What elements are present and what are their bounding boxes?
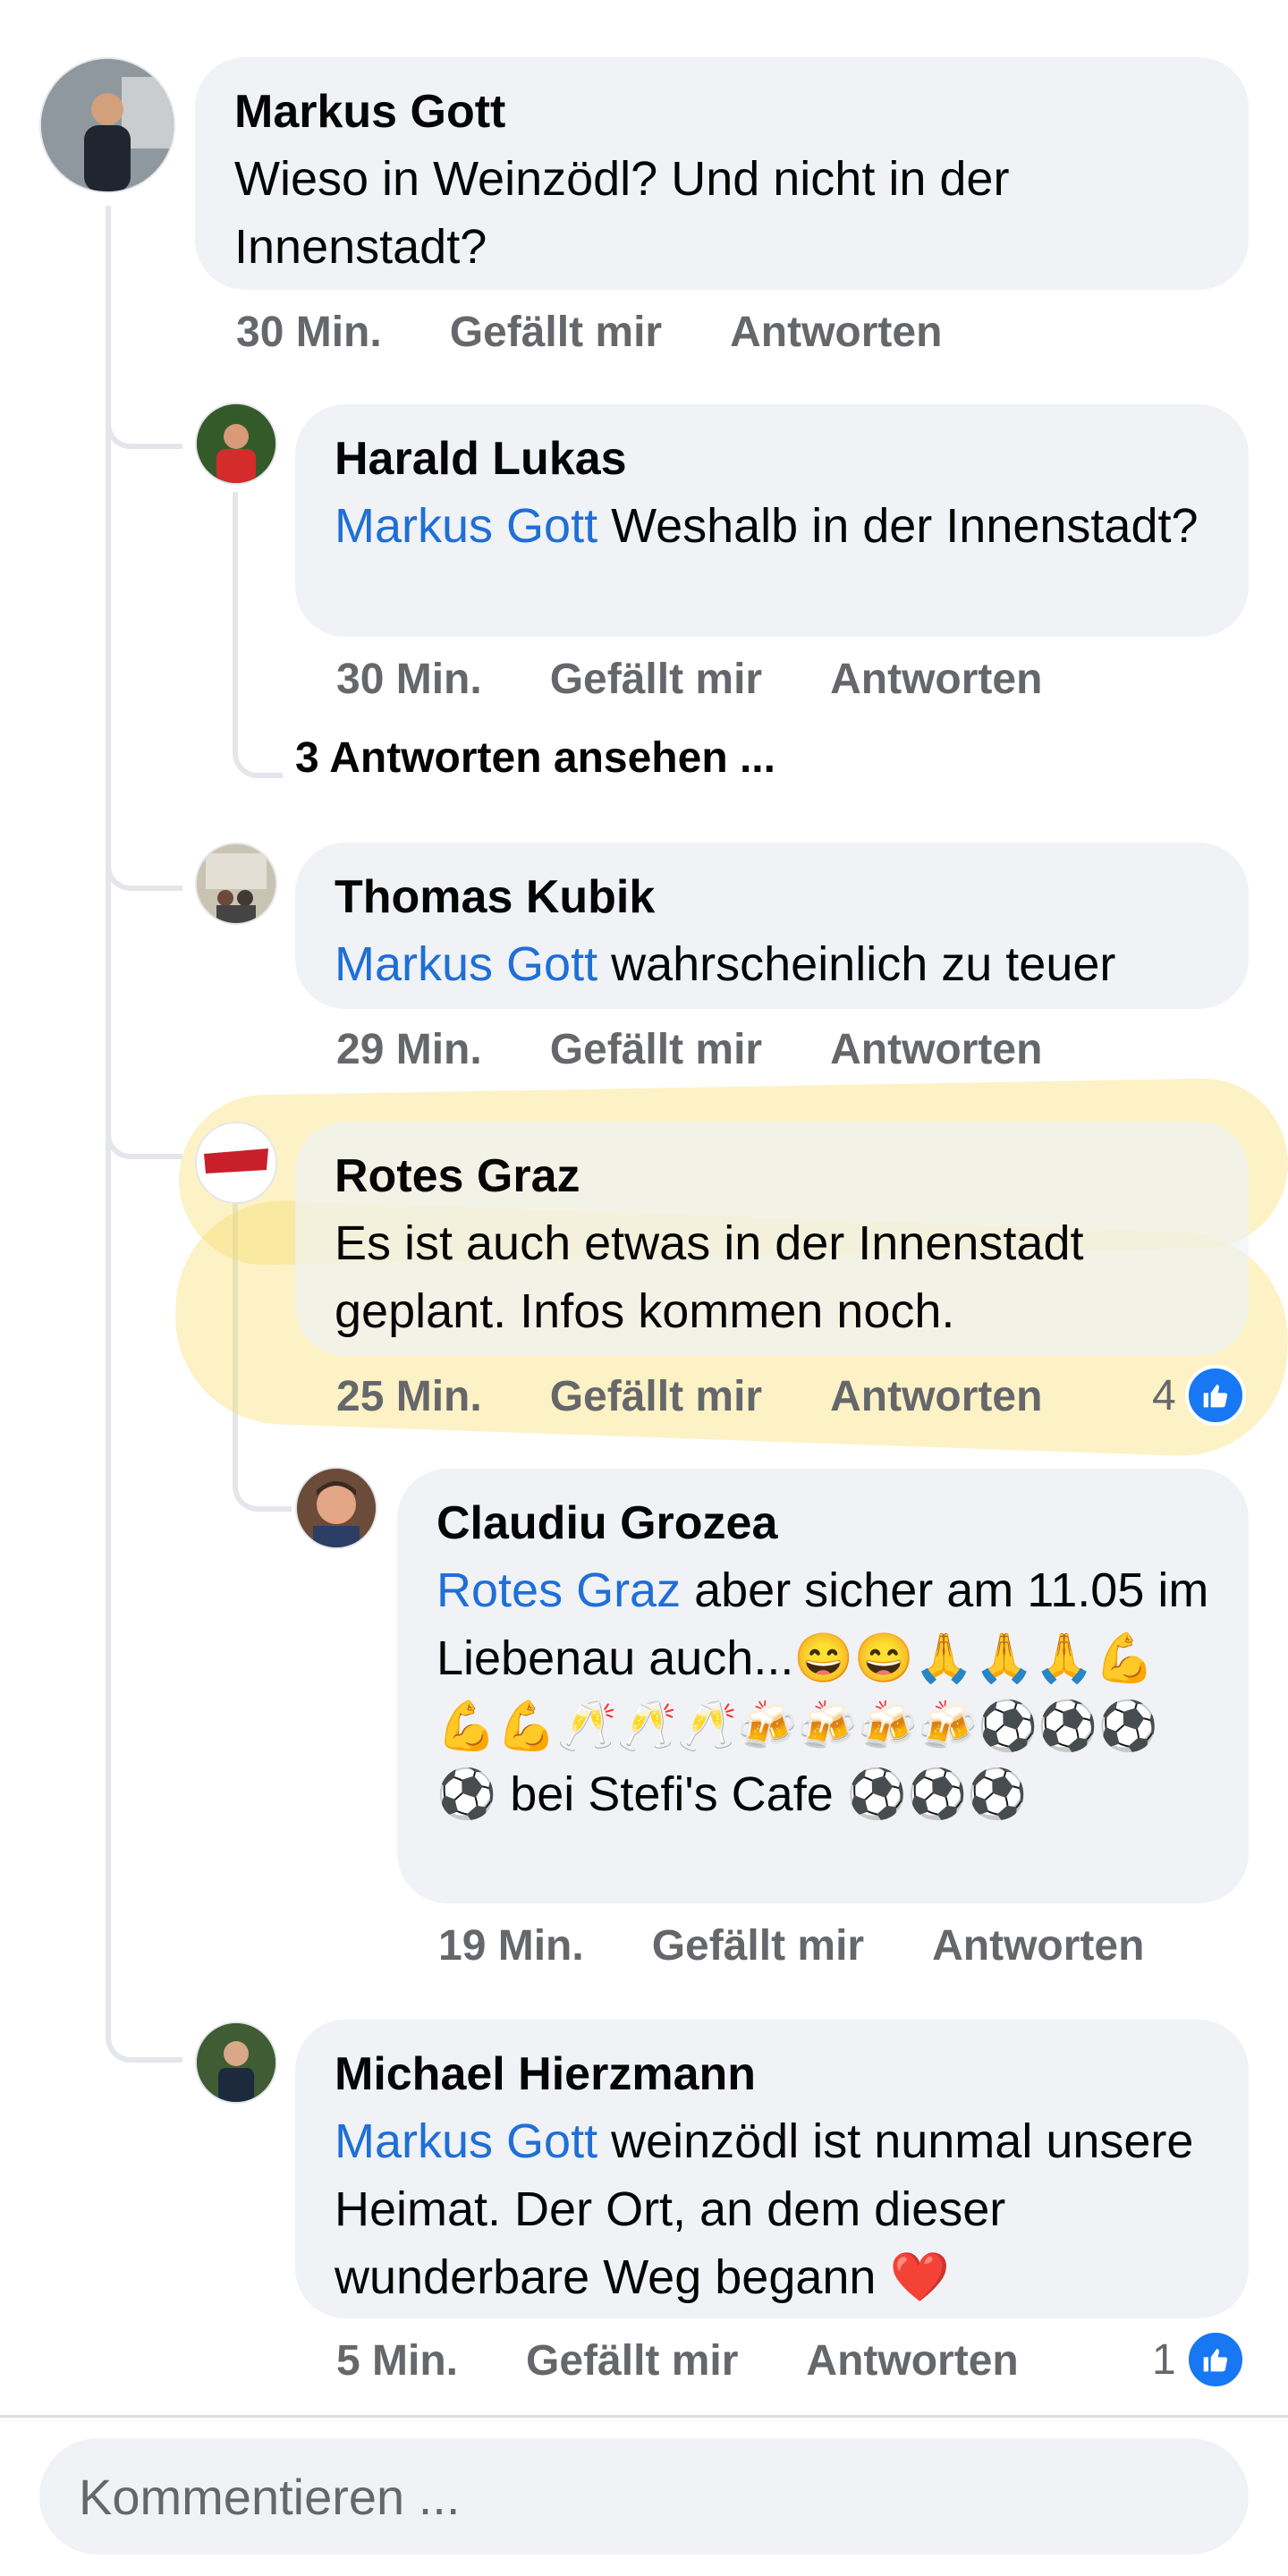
reply-text: Rotes Graz aber sicher am 11.05 im Liebe…	[436, 1556, 1209, 1828]
avatar[interactable]	[39, 57, 175, 193]
reply-text: Es ist auch etwas in der Innenstadt gepl…	[335, 1216, 1084, 1338]
reply-author[interactable]: Rotes Graz	[335, 1148, 1209, 1204]
reply-button[interactable]: Antworten	[932, 1921, 1144, 1970]
thread-connector	[106, 832, 182, 891]
reaction-count: 4	[1152, 1371, 1176, 1419]
mention-link[interactable]: Markus Gott	[335, 937, 597, 991]
reply-bubble: Claudiu Grozea Rotes Graz aber sicher am…	[397, 1469, 1249, 1903]
reply-actions: 25 Min. Gefällt mir Antworten	[336, 1372, 1042, 1421]
reply-button[interactable]: Antworten	[830, 1372, 1042, 1421]
comment-bubble: Markus Gott Wieso in Weinzödl? Und nicht…	[195, 57, 1249, 290]
reply-text: Markus Gott wahrscheinlich zu teuer	[335, 930, 1209, 998]
mention-link[interactable]: Markus Gott	[335, 499, 597, 553]
reply-bubble: Harald Lukas Markus Gott Weshalb in der …	[295, 404, 1249, 637]
avatar[interactable]	[195, 1122, 277, 1204]
composer-divider	[0, 2415, 1288, 2418]
comment-input-placeholder: Kommentieren ...	[79, 2468, 461, 2525]
mention-link[interactable]: Rotes Graz	[436, 1563, 681, 1617]
like-button[interactable]: Gefällt mir	[550, 655, 762, 704]
reply-button[interactable]: Antworten	[830, 1025, 1042, 1074]
reply-time[interactable]: 19 Min.	[438, 1921, 584, 1970]
like-button[interactable]: Gefällt mir	[652, 1921, 864, 1970]
reply-bubble: Michael Hierzmann Markus Gott weinzödl i…	[295, 2020, 1249, 2318]
person-photo-icon	[197, 404, 275, 483]
reply-bubble: Thomas Kubik Markus Gott wahrscheinlich …	[295, 843, 1249, 1009]
reply-button[interactable]: Antworten	[830, 655, 1042, 704]
reply-author[interactable]: Thomas Kubik	[335, 869, 1209, 925]
thread-connector	[233, 724, 283, 778]
avatar[interactable]	[195, 843, 277, 925]
reply-author[interactable]: Harald Lukas	[335, 431, 1209, 487]
reaction-count: 1	[1152, 2335, 1176, 2384]
thread-connector	[106, 376, 182, 449]
comment-time[interactable]: 30 Min.	[236, 308, 382, 357]
comment-input[interactable]: Kommentieren ...	[39, 2438, 1249, 2555]
reply-actions: 19 Min. Gefällt mir Antworten	[438, 1921, 1144, 1970]
mention-link[interactable]: Markus Gott	[335, 2114, 597, 2168]
thread-connector	[106, 1100, 182, 1159]
thread-line-sub	[233, 492, 238, 751]
reaction-summary[interactable]: 1	[1152, 2329, 1246, 2390]
view-more-replies-link[interactable]: 3 Antworten ansehen ...	[295, 733, 775, 783]
like-thumb-icon	[1184, 2329, 1246, 2390]
person-photo-icon	[41, 59, 174, 191]
avatar[interactable]	[195, 402, 277, 485]
reply-time[interactable]: 30 Min.	[336, 655, 482, 704]
rotes-graz-logo	[197, 1123, 275, 1202]
reply-bubble: Rotes Graz Es ist auch etwas in der Inne…	[295, 1122, 1249, 1356]
reply-author[interactable]: Michael Hierzmann	[335, 2046, 1209, 2102]
like-button[interactable]: Gefällt mir	[526, 2336, 738, 2385]
like-button[interactable]: Gefällt mir	[550, 1372, 762, 1421]
person-photo-icon	[197, 2023, 275, 2102]
reply-text: Markus Gott Weshalb in der Innenstadt?	[335, 492, 1209, 560]
reply-time[interactable]: 29 Min.	[336, 1025, 482, 1074]
reply-time[interactable]: 25 Min.	[336, 1372, 482, 1421]
comment-text: Wieso in Weinzödl? Und nicht in der Inne…	[234, 152, 1010, 274]
reply-button[interactable]: Antworten	[806, 2336, 1018, 2385]
reply-button[interactable]: Antworten	[730, 308, 942, 357]
reply-author[interactable]: Claudiu Grozea	[436, 1496, 1209, 1551]
reply-body: wahrscheinlich zu teuer	[597, 937, 1116, 991]
reply-actions: 5 Min. Gefällt mir Antworten	[336, 2336, 1019, 2385]
like-button[interactable]: Gefällt mir	[450, 308, 662, 357]
comment-author[interactable]: Markus Gott	[234, 84, 1209, 140]
thread-connector	[106, 1986, 182, 2063]
person-photo-icon	[297, 1469, 376, 1547]
like-thumb-icon	[1184, 1365, 1246, 1426]
reply-text: Markus Gott weinzödl ist nunmal unsere H…	[335, 2107, 1209, 2311]
avatar[interactable]	[295, 1467, 377, 1549]
reply-actions: 30 Min. Gefällt mir Antworten	[336, 655, 1042, 704]
reaction-summary[interactable]: 4	[1152, 1365, 1246, 1426]
person-photo-icon	[197, 844, 275, 923]
avatar[interactable]	[195, 2021, 277, 2104]
reply-time[interactable]: 5 Min.	[336, 2336, 458, 2385]
like-button[interactable]: Gefällt mir	[550, 1025, 762, 1074]
thread-connector	[233, 1431, 292, 1512]
reply-body: Weshalb in der Innenstadt?	[597, 499, 1199, 553]
comment-actions: 30 Min. Gefällt mir Antworten	[236, 308, 942, 357]
reply-actions: 29 Min. Gefällt mir Antworten	[336, 1025, 1042, 1074]
